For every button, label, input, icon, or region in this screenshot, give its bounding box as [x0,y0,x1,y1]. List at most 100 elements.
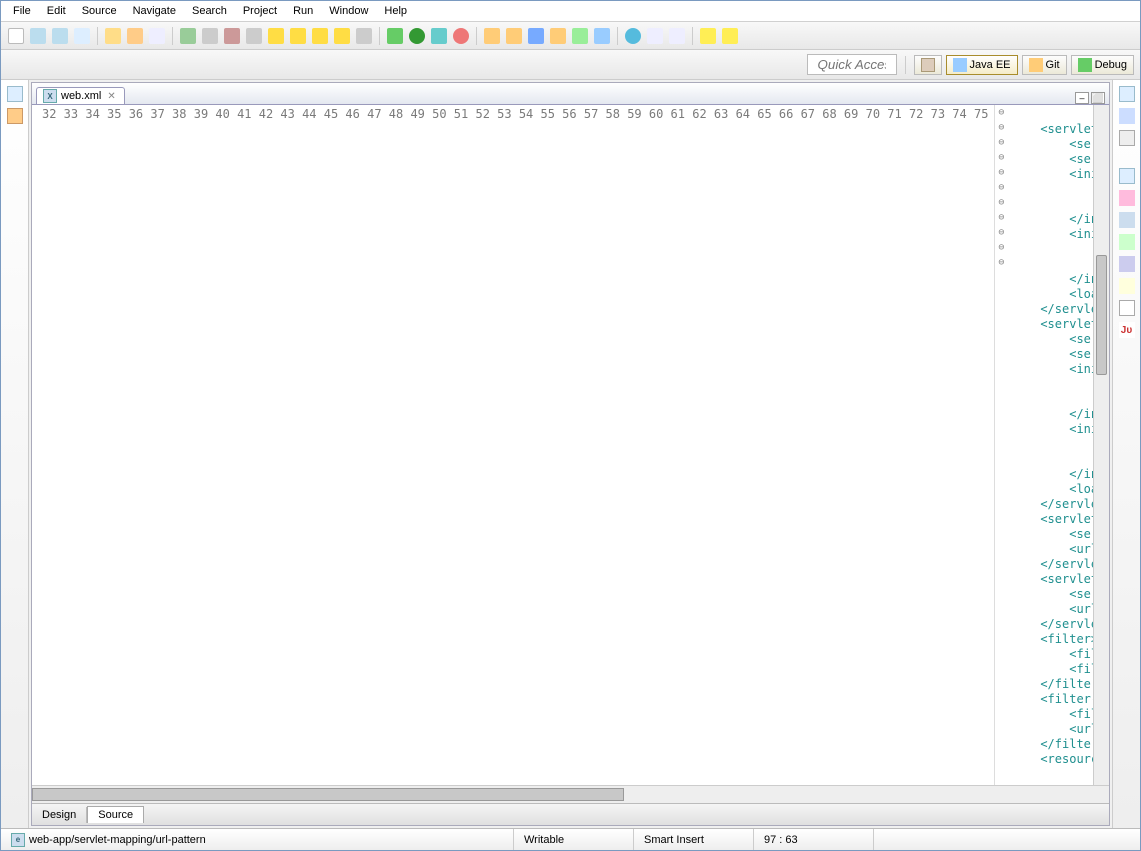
editor-panel: X web.xml ✕ – ⬜ 32 33 34 35 36 37 38 39 … [31,82,1110,826]
horizontal-scroll-row [32,785,1109,803]
maximize-editor-icon[interactable]: ⬜ [1091,92,1105,104]
editor-tab-label: web.xml [61,90,101,102]
properties-icon[interactable] [1119,212,1135,228]
scroll-thumb[interactable] [32,788,624,801]
back-icon[interactable] [700,28,716,44]
restore-view-icon[interactable] [1119,168,1135,184]
element-icon: e [11,833,25,847]
menu-help[interactable]: Help [376,3,415,19]
vertical-scrollbar[interactable] [1093,105,1109,785]
perspective-debug[interactable]: Debug [1071,55,1134,75]
print-icon[interactable] [74,28,90,44]
data-source-icon[interactable] [1119,256,1135,272]
menu-edit[interactable]: Edit [39,3,74,19]
perspective-label: Git [1046,59,1060,71]
run-icon[interactable] [409,28,425,44]
source-tab[interactable]: Source [87,806,144,823]
new-class-icon[interactable] [528,28,544,44]
separator [97,27,98,45]
line-number-gutter: 32 33 34 35 36 37 38 39 40 41 42 43 44 4… [32,105,995,785]
perspective-java-ee[interactable]: Java EE [946,55,1018,75]
open-task-icon[interactable] [572,28,588,44]
design-tab[interactable]: Design [32,807,87,823]
perspective-label: Debug [1095,59,1127,71]
main-area: X web.xml ✕ – ⬜ 32 33 34 35 36 37 38 39 … [1,80,1140,828]
build-icon[interactable] [105,28,121,44]
step-into-icon[interactable] [268,28,284,44]
separator [905,56,906,74]
code-area[interactable]: <servlet> <servlet-name>ODataServlet</se… [1007,105,1093,785]
snippets-icon[interactable] [1119,278,1135,294]
right-trim: Jᴜ [1112,80,1140,828]
menu-source[interactable]: Source [74,3,125,19]
perspective-label: Java EE [970,59,1011,71]
drop-frame-icon[interactable] [334,28,350,44]
pause-icon[interactable] [202,28,218,44]
resume-icon[interactable] [180,28,196,44]
servers-icon[interactable] [1119,234,1135,250]
new-package-icon[interactable] [506,28,522,44]
coverage-icon[interactable] [453,28,469,44]
outline-icon[interactable] [1119,108,1135,124]
junit-icon[interactable]: Jᴜ [1119,322,1135,338]
editor-tabbar: X web.xml ✕ – ⬜ [32,83,1109,105]
editor-bottom-tabs: Design Source [32,803,1109,825]
separator [692,27,693,45]
save-all-icon[interactable] [52,28,68,44]
fold-gutter[interactable]: ⊖ ⊖ ⊖ ⊖ ⊖ ⊖ ⊖ ⊖ ⊖ ⊖ ⊖ [995,105,1007,785]
separator [617,27,618,45]
search-icon[interactable] [594,28,610,44]
separator [172,27,173,45]
minimize-editor-icon[interactable]: – [1075,92,1089,104]
menubar: File Edit Source Navigate Search Project… [1,1,1140,22]
console-icon[interactable] [1119,300,1135,316]
bug-icon[interactable] [387,28,403,44]
annotation-icon[interactable] [647,28,663,44]
separator [379,27,380,45]
run-last-icon[interactable] [431,28,447,44]
scroll-thumb[interactable] [1096,255,1107,375]
disconnect-icon[interactable] [246,28,262,44]
close-tab-icon[interactable]: ✕ [105,91,117,102]
statusbar: e web-app/servlet-mapping/url-pattern Wr… [1,828,1140,850]
quick-access-input[interactable] [807,54,897,75]
save-icon[interactable] [30,28,46,44]
open-type-icon[interactable] [550,28,566,44]
main-toolbar [1,22,1140,50]
menu-navigate[interactable]: Navigate [125,3,184,19]
separator [476,27,477,45]
globe-icon[interactable] [625,28,641,44]
step-return-icon[interactable] [312,28,328,44]
horizontal-scrollbar[interactable] [32,786,1109,803]
menu-file[interactable]: File [5,3,39,19]
editor-tab-webxml[interactable]: X web.xml ✕ [36,87,125,104]
open-perspective-button[interactable] [914,55,942,75]
new-folder-icon[interactable] [484,28,500,44]
restore-view-icon[interactable] [7,86,23,102]
task-list-icon[interactable] [1119,130,1135,146]
xml-file-icon: X [43,89,57,103]
status-empty [874,829,1140,850]
status-path: e web-app/servlet-mapping/url-pattern [1,829,514,850]
project-explorer-icon[interactable] [7,108,23,124]
restore-view-icon[interactable] [1119,86,1135,102]
menu-run[interactable]: Run [285,3,321,19]
left-trim [1,80,29,828]
link-icon[interactable] [149,28,165,44]
step-filters-icon[interactable] [356,28,372,44]
menu-project[interactable]: Project [235,3,285,19]
status-insert-mode: Smart Insert [634,829,754,850]
markers-icon[interactable] [1119,190,1135,206]
pin-icon[interactable] [669,28,685,44]
stop-icon[interactable] [224,28,240,44]
forward-icon[interactable] [722,28,738,44]
editor-body: 32 33 34 35 36 37 38 39 40 41 42 43 44 4… [32,105,1109,785]
status-writable: Writable [514,829,634,850]
perspective-git[interactable]: Git [1022,55,1067,75]
new-icon[interactable] [8,28,24,44]
menu-window[interactable]: Window [321,3,376,19]
status-cursor-pos: 97 : 63 [754,829,874,850]
menu-search[interactable]: Search [184,3,235,19]
build-all-icon[interactable] [127,28,143,44]
step-over-icon[interactable] [290,28,306,44]
